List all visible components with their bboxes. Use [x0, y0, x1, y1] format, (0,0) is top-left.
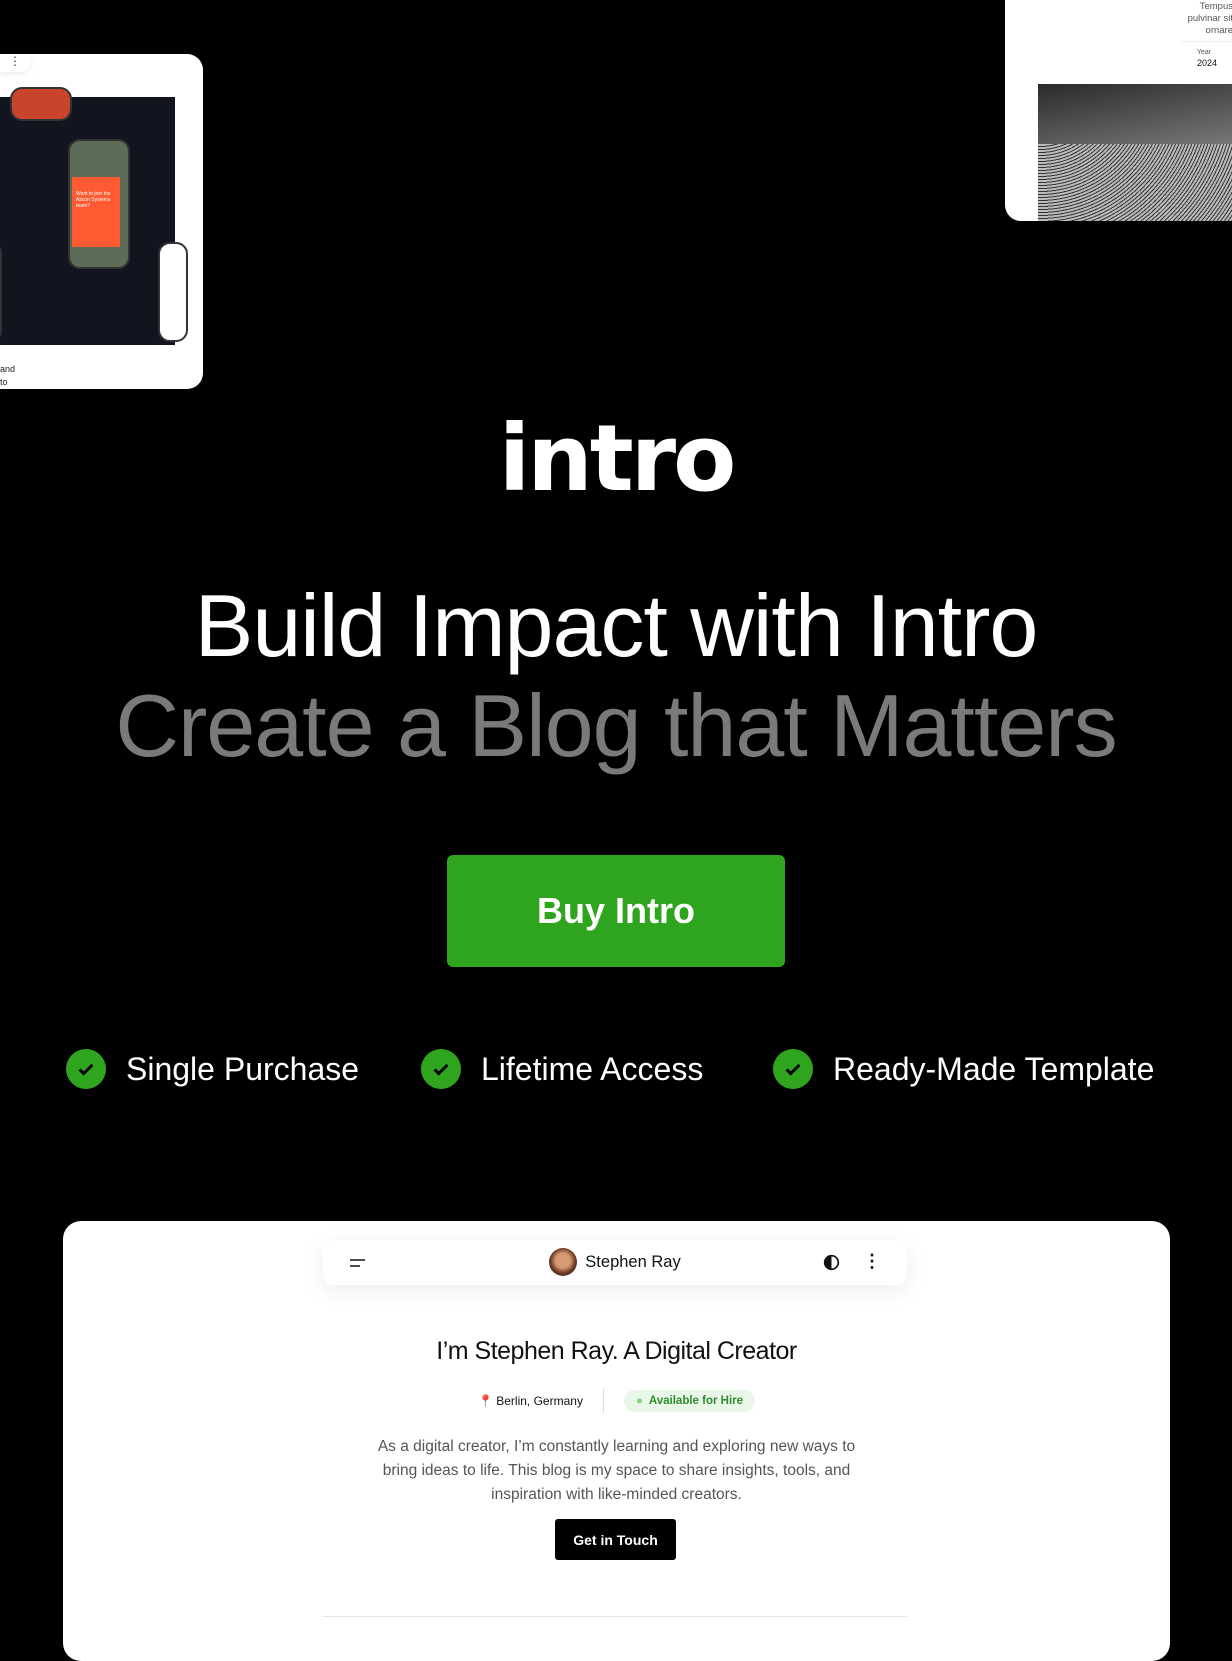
preview-text: to [0, 377, 8, 387]
headline-primary: Build Impact with Intro [194, 576, 1039, 675]
year-value: 2024 [1197, 58, 1218, 68]
logo: intro [498, 405, 737, 512]
more-vertical-icon: ⋮ [0, 54, 30, 72]
feature-item: Single Purchase [66, 1049, 359, 1089]
get-in-touch-button[interactable]: Get in Touch [555, 1519, 676, 1560]
feature-item: Ready-Made Template [773, 1049, 1154, 1089]
status-badge: ● Available for Hire [623, 1390, 756, 1412]
preview-text: Tempus [1199, 1, 1232, 12]
menu-icon[interactable] [349, 1256, 367, 1274]
year-label: Year [1197, 49, 1212, 56]
preview-text: pulvinar sit [1187, 13, 1232, 24]
buy-button[interactable]: Buy Intro [447, 855, 785, 967]
status-text: Available for Hire [648, 1395, 744, 1407]
site-name[interactable]: Stephen Ray [585, 1253, 680, 1272]
demo-preview-card: Stephen Ray ⋮ I’m Stephen Ray. A Digital… [63, 1221, 1170, 1661]
phone-mockup [10, 87, 72, 121]
check-circle-icon [421, 1049, 461, 1089]
check-circle-icon [773, 1049, 813, 1089]
bio-line: inspiration with like-minded creators. [491, 1486, 742, 1503]
demo-navbar: Stephen Ray ⋮ [323, 1240, 907, 1285]
template-preview-right: Tempus pulvinar sit ornare Year 2024 [1005, 0, 1232, 221]
preview-image [1038, 84, 1232, 221]
check-circle-icon [66, 1049, 106, 1089]
feature-label: Single Purchase [126, 1050, 360, 1087]
divider [323, 1616, 907, 1617]
phone-mockup [158, 242, 188, 342]
phone-mockup: Want to join the Ascon Systems team? [68, 139, 130, 269]
feature-label: Ready-Made Template [833, 1050, 1155, 1087]
divider [602, 1389, 604, 1413]
phone-card: Want to join the Ascon Systems team? [72, 177, 120, 247]
divider [1180, 41, 1232, 42]
more-vertical-icon[interactable]: ⋮ [863, 1251, 881, 1272]
phone-mockup [0, 242, 2, 342]
avatar [549, 1248, 578, 1276]
preview-image-dark: Want to join the Ascon Systems team? [0, 87, 188, 345]
bio: As a digital creator, I’m constantly lea… [63, 1435, 1170, 1507]
preview-text: and [0, 364, 16, 374]
headline-secondary: Create a Blog that Matters [115, 676, 1117, 775]
location: 📍 Berlin, Germany [478, 1394, 583, 1408]
preview-text: ornare [1205, 25, 1232, 36]
contrast-icon[interactable] [823, 1254, 840, 1276]
template-preview-left: ⋮ Want to join the Ascon Systems team? a… [0, 54, 203, 389]
pin-icon: 📍 [477, 1394, 493, 1408]
feature-label: Lifetime Access [481, 1050, 704, 1087]
bio-line: bring ideas to life. This blog is my spa… [382, 1462, 851, 1479]
bio-line: As a digital creator, I’m constantly lea… [377, 1438, 856, 1455]
demo-title: I’m Stephen Ray. A Digital Creator [436, 1337, 797, 1365]
feature-item: Lifetime Access [421, 1049, 703, 1089]
location-text: Berlin, Germany [496, 1394, 583, 1408]
